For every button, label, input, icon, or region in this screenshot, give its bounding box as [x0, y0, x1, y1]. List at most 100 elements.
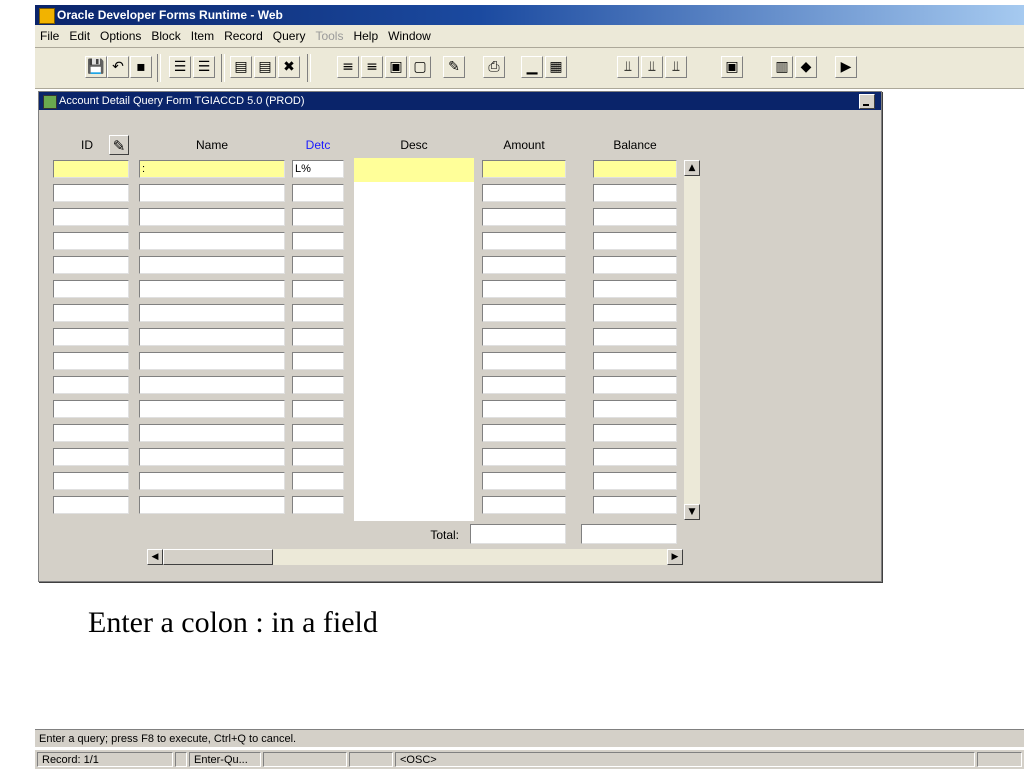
amount-field[interactable]: [482, 304, 566, 322]
scroll-up-icon[interactable]: ▲: [684, 160, 700, 176]
exit-door-icon[interactable]: ▶: [835, 56, 857, 78]
copy-icon[interactable]: ▣: [721, 56, 743, 78]
amount-field[interactable]: [482, 352, 566, 370]
detc-field[interactable]: [292, 232, 344, 250]
name-field[interactable]: [139, 232, 285, 250]
detc-field[interactable]: [292, 184, 344, 202]
amount-field[interactable]: [482, 208, 566, 226]
detc-field[interactable]: [292, 352, 344, 370]
menu-edit[interactable]: Edit: [64, 25, 95, 47]
amount-field[interactable]: [482, 424, 566, 442]
balance-field[interactable]: [593, 376, 677, 394]
menu-options[interactable]: Options: [95, 25, 146, 47]
balance-field[interactable]: [593, 472, 677, 490]
id-field[interactable]: [53, 304, 129, 322]
menu-file[interactable]: File: [35, 25, 64, 47]
detc-field[interactable]: [292, 256, 344, 274]
balance-field[interactable]: [593, 448, 677, 466]
desc-field[interactable]: [354, 158, 474, 182]
vertical-scrollbar[interactable]: ▲ ▼: [684, 160, 700, 520]
amount-field[interactable]: [482, 328, 566, 346]
detc-field[interactable]: [292, 400, 344, 418]
name-field[interactable]: [139, 280, 285, 298]
execute-query-icon[interactable]: ≡: [361, 56, 383, 78]
amount-field[interactable]: [482, 376, 566, 394]
scroll-thumb[interactable]: [163, 549, 273, 565]
name-field[interactable]: [139, 472, 285, 490]
detc-field[interactable]: [292, 376, 344, 394]
name-field[interactable]: [139, 328, 285, 346]
id-field[interactable]: [53, 280, 129, 298]
detc-field[interactable]: [292, 280, 344, 298]
delete-record-icon[interactable]: ✖: [278, 56, 300, 78]
menu-query[interactable]: Query: [268, 25, 311, 47]
insert-record-icon[interactable]: ▢: [409, 56, 431, 78]
amount-field[interactable]: [482, 280, 566, 298]
amount-field[interactable]: [482, 232, 566, 250]
name-field[interactable]: :: [139, 160, 285, 178]
edit-icon[interactable]: ▣: [385, 56, 407, 78]
id-field[interactable]: [53, 160, 129, 178]
id-field[interactable]: [53, 496, 129, 514]
expand-icon[interactable]: ⫫: [665, 56, 687, 78]
scroll-down-icon[interactable]: ▼: [684, 504, 700, 520]
amount-field[interactable]: [482, 160, 566, 178]
detc-field[interactable]: [292, 496, 344, 514]
id-field[interactable]: [53, 208, 129, 226]
exit-icon[interactable]: ▪: [130, 56, 152, 78]
prev-record-icon[interactable]: ▤: [230, 56, 252, 78]
amount-field[interactable]: [482, 496, 566, 514]
id-field[interactable]: [53, 472, 129, 490]
total-balance-field[interactable]: [581, 524, 677, 544]
id-field[interactable]: [53, 376, 129, 394]
menu-block[interactable]: Block: [146, 25, 185, 47]
balance-field[interactable]: [593, 400, 677, 418]
detc-field[interactable]: [292, 328, 344, 346]
detc-field[interactable]: [292, 304, 344, 322]
flashlight-icon[interactable]: ✎: [109, 135, 129, 155]
balance-field[interactable]: [593, 304, 677, 322]
id-field[interactable]: [53, 400, 129, 418]
name-field[interactable]: [139, 496, 285, 514]
balance-field[interactable]: [593, 208, 677, 226]
minimize-button[interactable]: [859, 94, 875, 109]
name-field[interactable]: [139, 424, 285, 442]
chart-icon[interactable]: ▁: [521, 56, 543, 78]
next-block-icon[interactable]: ☰: [193, 56, 215, 78]
desc-column[interactable]: [354, 158, 474, 521]
name-field[interactable]: [139, 304, 285, 322]
tree-icon[interactable]: ⫫: [617, 56, 639, 78]
id-field[interactable]: [53, 424, 129, 442]
menu-record[interactable]: Record: [219, 25, 268, 47]
amount-field[interactable]: [482, 448, 566, 466]
name-field[interactable]: [139, 400, 285, 418]
balance-field[interactable]: [593, 256, 677, 274]
id-field[interactable]: [53, 232, 129, 250]
help-icon[interactable]: ◆: [795, 56, 817, 78]
id-field[interactable]: [53, 184, 129, 202]
balance-field[interactable]: [593, 424, 677, 442]
book-icon[interactable]: ▥: [771, 56, 793, 78]
scroll-right-icon[interactable]: ▶: [667, 549, 683, 565]
detc-field[interactable]: L%: [292, 160, 344, 178]
id-field[interactable]: [53, 352, 129, 370]
detc-field[interactable]: [292, 448, 344, 466]
name-field[interactable]: [139, 376, 285, 394]
menu-item[interactable]: Item: [186, 25, 219, 47]
rollback-icon[interactable]: ↶: [107, 56, 129, 78]
amount-field[interactable]: [482, 184, 566, 202]
prev-block-icon[interactable]: ☰: [169, 56, 191, 78]
detc-field[interactable]: [292, 208, 344, 226]
amount-field[interactable]: [482, 400, 566, 418]
horizontal-scrollbar[interactable]: ◀ ▶: [147, 549, 683, 565]
total-amount-field[interactable]: [470, 524, 566, 544]
print-icon[interactable]: ⎙: [483, 56, 505, 78]
balance-field[interactable]: [593, 496, 677, 514]
id-field[interactable]: [53, 328, 129, 346]
name-field[interactable]: [139, 208, 285, 226]
menu-window[interactable]: Window: [383, 25, 436, 47]
enter-query-icon[interactable]: ≡: [337, 56, 359, 78]
balance-field[interactable]: [593, 280, 677, 298]
menu-help[interactable]: Help: [348, 25, 383, 47]
balance-field[interactable]: [593, 352, 677, 370]
